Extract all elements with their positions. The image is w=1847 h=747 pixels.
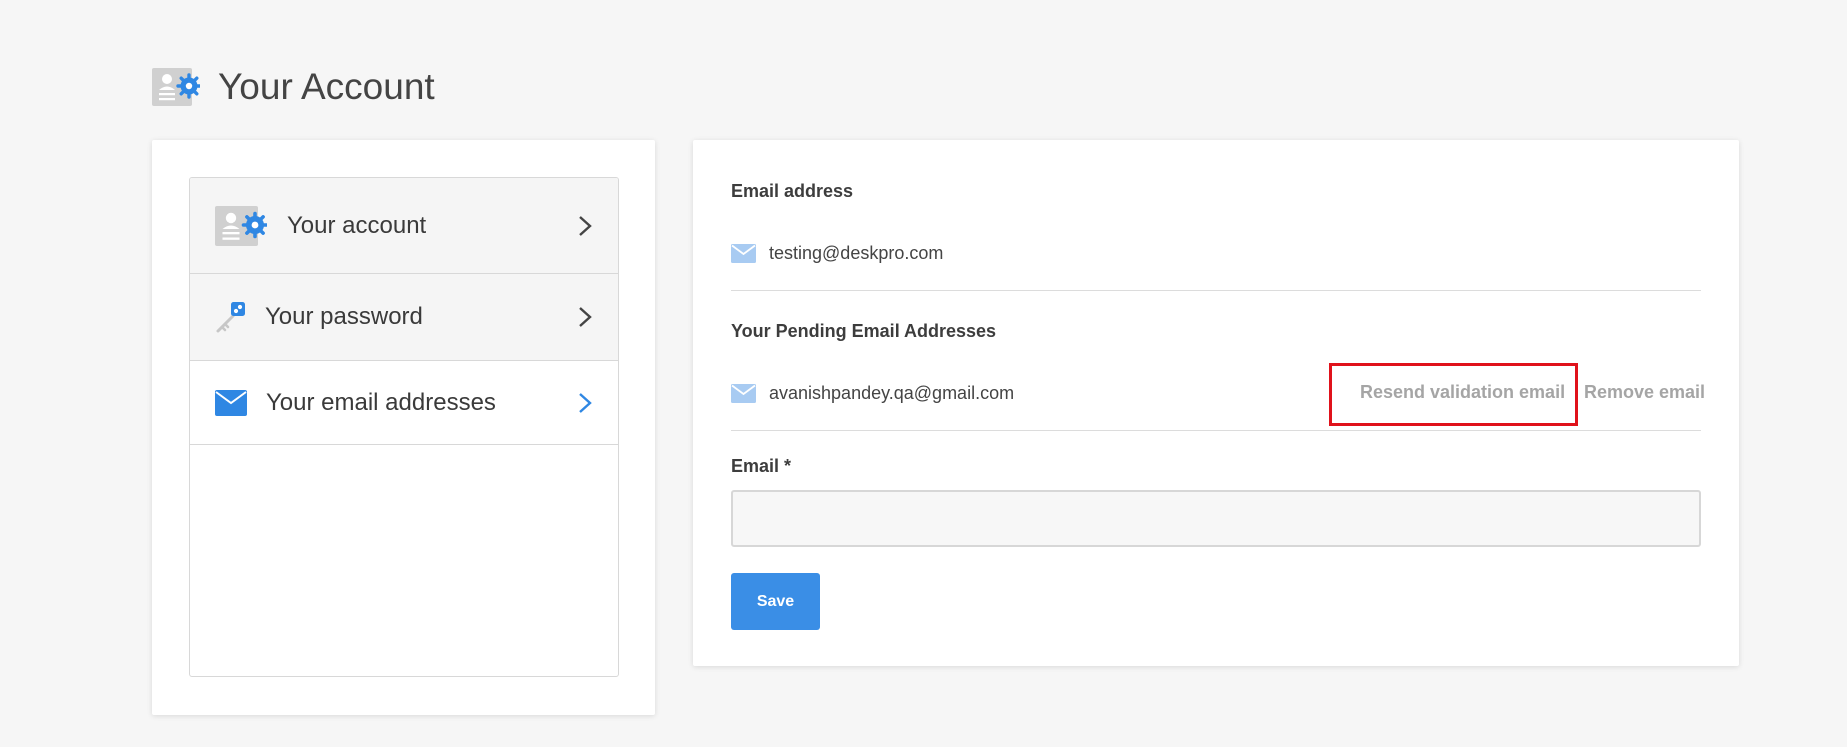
email-input[interactable] xyxy=(731,490,1701,547)
save-button[interactable]: Save xyxy=(731,573,820,630)
email-address-label: Email address xyxy=(731,181,854,201)
page-header: Your Account xyxy=(152,62,435,112)
chevron-right-icon xyxy=(579,307,592,327)
chevron-right-icon xyxy=(579,215,592,236)
page-title: Your Account xyxy=(218,66,435,107)
envelope-icon xyxy=(215,389,247,416)
primary-email: testing@deskpro.com xyxy=(769,243,944,263)
sidebar-item-label: Your email addresses xyxy=(266,388,496,416)
email-settings-card: Email address testing@deskpro.com Your P… xyxy=(693,140,1739,666)
sidebar-card: Your account Your password Your email ad… xyxy=(152,140,655,715)
sidebar-item-your-password[interactable]: Your password xyxy=(190,274,618,361)
pending-emails-label: Your Pending Email Addresses xyxy=(731,321,997,341)
email-field-label: Email * xyxy=(731,456,792,476)
pending-email: avanishpandey.qa@gmail.com xyxy=(769,383,1015,403)
account-settings-icon xyxy=(215,205,267,246)
sidebar-item-label: Your password xyxy=(265,303,423,330)
key-icon xyxy=(216,302,245,333)
divider xyxy=(731,430,1701,431)
pending-email-row: avanishpandey.qa@gmail.com xyxy=(731,383,1014,404)
divider xyxy=(731,290,1701,291)
sidebar-item-label: Your account xyxy=(287,211,427,239)
chevron-right-icon xyxy=(579,392,592,413)
envelope-icon xyxy=(731,384,756,403)
sidebar-item-your-account[interactable]: Your account xyxy=(190,178,618,274)
resend-validation-email-link[interactable]: Resend validation email xyxy=(1360,382,1565,403)
sidebar-item-your-email-addresses[interactable]: Your email addresses xyxy=(190,361,618,445)
envelope-icon xyxy=(731,244,756,263)
sidebar-menu: Your account Your password Your email ad… xyxy=(189,177,619,677)
account-settings-icon xyxy=(152,68,200,106)
remove-email-link[interactable]: Remove email xyxy=(1584,382,1705,403)
primary-email-row: testing@deskpro.com xyxy=(731,243,943,264)
